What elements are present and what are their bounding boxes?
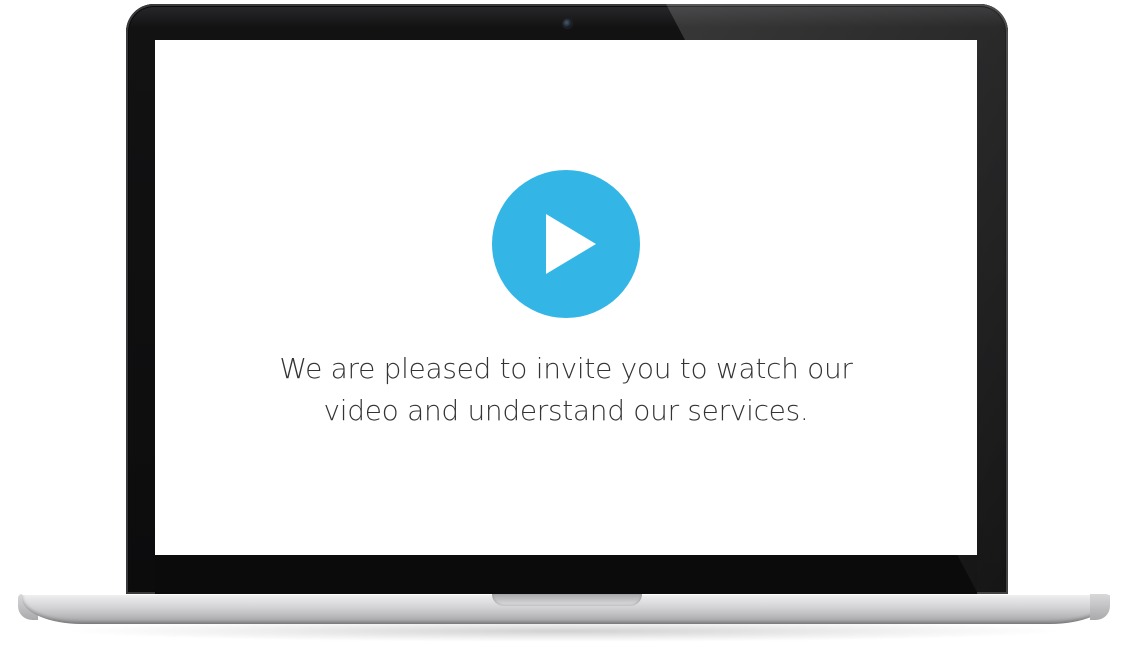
laptop-lid: We are pleased to invite you to watch ou… <box>126 4 1008 594</box>
laptop-screen: We are pleased to invite you to watch ou… <box>155 40 977 555</box>
invite-message: We are pleased to invite you to watch ou… <box>216 348 916 432</box>
laptop-mockup: We are pleased to invite you to watch ou… <box>0 0 1125 648</box>
invite-message-line-1: We are pleased to invite you to watch ou… <box>279 352 853 385</box>
invite-message-line-2: video and understand our services. <box>323 394 809 427</box>
play-icon <box>546 214 596 274</box>
play-video-button[interactable] <box>492 170 640 318</box>
webcam-icon <box>563 19 572 28</box>
laptop-base-right-edge <box>1090 594 1110 620</box>
bezel-bottom <box>155 555 977 594</box>
laptop-opening-notch <box>492 594 642 606</box>
